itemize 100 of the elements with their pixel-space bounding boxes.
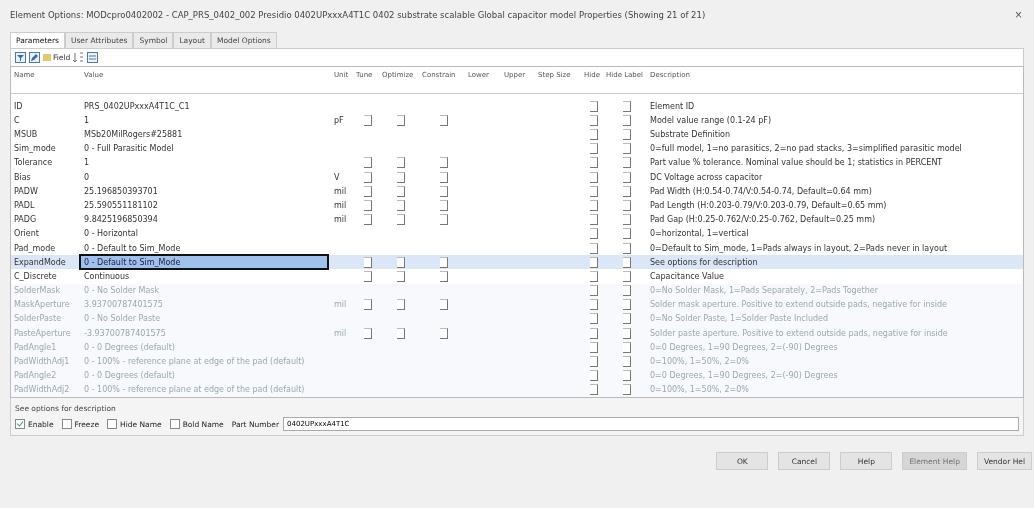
table-row[interactable]: PADW 25.196850393701 mil Pad Width (H:0.54-0.74/V:0.54-0.74, Default=0.64 mm)	[11, 184, 1023, 199]
table-cell[interactable]: Continuous	[81, 271, 331, 281]
constrain-checkbox[interactable]	[439, 214, 448, 226]
hide-label-checkbox[interactable]	[622, 100, 631, 112]
checkbox[interactable]	[15, 419, 25, 429]
optimize-checkbox[interactable]	[396, 199, 405, 211]
table-cell-text: Sim_mode	[13, 144, 57, 154]
table-cell[interactable]: MSb20MilRogers#25881	[81, 130, 331, 140]
tune-checkbox[interactable]	[363, 171, 372, 183]
table-cell: mil	[334, 200, 347, 210]
table-row[interactable]: Pad_mode 0 - Default to Sim_Mode 0=Default to Sim_mode, 1=Pads always in layout, 2=Pads never in layout	[11, 240, 1023, 256]
table-row[interactable]: MSUB MSb20MilRogers#25881 Substrate Definition	[11, 127, 1023, 142]
selected-row[interactable]: ExpandMode 0 - Default to Sim_Mode See options for description	[11, 255, 1023, 270]
hide-checkbox[interactable]	[589, 171, 598, 183]
table-cell[interactable]: 25.590551181102	[81, 200, 331, 210]
optimize-checkbox[interactable]	[396, 256, 405, 268]
optimize-checkbox[interactable]	[396, 270, 405, 282]
checkbox[interactable]	[169, 419, 180, 429]
table-cell[interactable]: PRS_0402UPxxxA4T1C_C1	[81, 101, 331, 111]
window-title: Element Options: MODcpro0402002 - CAP_PRS_0402_002 Presidio 0402UPxxxA4T1C 0402 substrate scalable Global capacitor model Properties (Showing 21 of 21)	[10, 10, 706, 20]
tune-checkbox[interactable]	[363, 256, 372, 268]
table-cell[interactable]: 0 - Default to Sim_Mode	[81, 243, 331, 253]
table-cell-text: Orient	[13, 229, 40, 239]
hide-checkbox[interactable]	[589, 242, 598, 254]
edit-icon[interactable]	[29, 52, 40, 63]
hide-checkbox[interactable]	[589, 199, 598, 211]
table-cell-text: Pad Gap (H:0.25-0.762/V:0.25-0.762, Default=0.25 mm)	[649, 215, 877, 225]
hide-label-checkbox[interactable]	[622, 171, 631, 183]
table-row[interactable]: C 1 pF Model value range (0.1-24 pF)	[11, 113, 1023, 128]
table-row[interactable]: Bias 0 V DC Voltage across capacitor	[11, 170, 1023, 185]
table-cell[interactable]: 1	[81, 158, 331, 168]
table-row[interactable]: PADL 25.590551181102 mil Pad Length (H:0.203-0.79/V:0.203-0.79, Default=0.65 mm)	[11, 198, 1023, 213]
checkbox[interactable]	[61, 419, 72, 429]
sort-icon[interactable]	[73, 52, 85, 63]
tune-checkbox[interactable]	[363, 114, 372, 126]
table-cell-text: Capacitance Value	[649, 271, 726, 281]
tune-checkbox[interactable]	[363, 199, 372, 211]
constrain-checkbox[interactable]	[439, 157, 448, 169]
table-cell: mil	[334, 215, 347, 225]
table-cell-text: 0=No Solder Mask, 1=Pads Separately, 2=Pads Together	[649, 286, 879, 296]
table-cell-text: 0=0 Degrees, 1=90 Degrees, 2=(-90) Degrees	[649, 371, 839, 381]
table-cell: mil	[334, 300, 347, 310]
optimize-checkbox[interactable]	[396, 171, 405, 183]
tune-checkbox[interactable]	[363, 270, 372, 282]
checkbox[interactable]	[107, 419, 117, 429]
hide-checkbox[interactable]	[589, 270, 598, 282]
hide-checkbox[interactable]	[589, 214, 598, 226]
tune-checkbox[interactable]	[363, 185, 372, 197]
optimize-checkbox[interactable]	[396, 185, 405, 197]
tune-checkbox[interactable]	[363, 214, 372, 226]
constrain-checkbox[interactable]	[439, 185, 448, 197]
table-row[interactable]: Sim_mode 0 - Full Parasitic Model 0=full model, 1=no parasitics, 2=no pad stacks, 3=simplified parasitic model	[11, 141, 1023, 156]
table-cell[interactable]: 0 - Full Parasitic Model	[81, 144, 331, 154]
table-cell-text: MSUB	[13, 130, 39, 140]
hide-label-checkbox[interactable]	[622, 199, 631, 211]
table-row[interactable]: Orient 0 - Horizontal 0=horizontal, 1=vertical	[11, 226, 1023, 241]
table-cell-text: PADG	[13, 215, 38, 225]
hide-label-checkbox[interactable]	[622, 270, 631, 282]
table-cell[interactable]: 25.196850393701	[81, 186, 331, 196]
table-row[interactable]: PADG 9.8425196850394 mil Pad Gap (H:0.25-0.762/V:0.25-0.762, Default=0.25 mm)	[11, 212, 1023, 227]
filter-icon[interactable]	[15, 52, 26, 63]
hide-label-checkbox[interactable]	[622, 256, 631, 268]
hide-checkbox[interactable]	[589, 185, 598, 197]
close-button[interactable]: ×	[1011, 8, 1026, 22]
hide-checkbox[interactable]	[589, 129, 598, 141]
table-cell[interactable]: 0 - Horizontal	[81, 229, 331, 239]
optimize-checkbox[interactable]	[396, 114, 405, 126]
hide-label-checkbox[interactable]	[622, 114, 631, 126]
constrain-checkbox[interactable]	[439, 270, 448, 282]
table-row[interactable]: C_Discrete Continuous Capacitance Value	[11, 269, 1023, 284]
constrain-checkbox[interactable]	[439, 256, 448, 268]
optimize-checkbox[interactable]	[396, 214, 405, 226]
hide-label-checkbox[interactable]	[622, 129, 631, 141]
hide-label-checkbox[interactable]	[622, 242, 631, 254]
constrain-checkbox[interactable]	[439, 114, 448, 126]
hide-label-checkbox[interactable]	[622, 185, 631, 197]
table-cell[interactable]: 0 - Default to Sim_Mode	[81, 256, 327, 269]
table-cell[interactable]: 9.8425196850394	[81, 215, 331, 225]
hide-label-checkbox[interactable]	[622, 214, 631, 226]
columns-icon[interactable]	[87, 52, 99, 63]
hide-label-checkbox[interactable]	[622, 157, 631, 169]
table-cell-text: PADW	[13, 186, 39, 196]
hide-checkbox[interactable]	[589, 228, 598, 240]
hide-checkbox[interactable]	[589, 100, 598, 112]
hide-label-checkbox[interactable]	[622, 228, 631, 240]
optimize-checkbox[interactable]	[396, 157, 405, 169]
constrain-checkbox[interactable]	[439, 199, 448, 211]
table-row[interactable]: ID PRS_0402UPxxxA4T1C_C1 Element ID	[11, 99, 1023, 114]
hide-checkbox[interactable]	[589, 256, 598, 268]
table-cell-text: Model value range (0.1-24 pF)	[649, 115, 772, 125]
hide-checkbox[interactable]	[589, 157, 598, 169]
table-cell[interactable]: 1	[81, 115, 331, 125]
tune-checkbox[interactable]	[363, 157, 372, 169]
table-row[interactable]: Tolerance 1 Part value % tolerance. Nominal value should be 1; statistics in PERCENT	[11, 155, 1023, 170]
hide-label-checkbox[interactable]	[622, 143, 631, 155]
hide-checkbox[interactable]	[589, 114, 598, 126]
table-cell[interactable]: 0	[81, 172, 331, 182]
table-cell-text: 0=0 Degrees, 1=90 Degrees, 2=(-90) Degrees	[649, 342, 839, 352]
constrain-checkbox[interactable]	[439, 171, 448, 183]
hide-checkbox[interactable]	[589, 143, 598, 155]
